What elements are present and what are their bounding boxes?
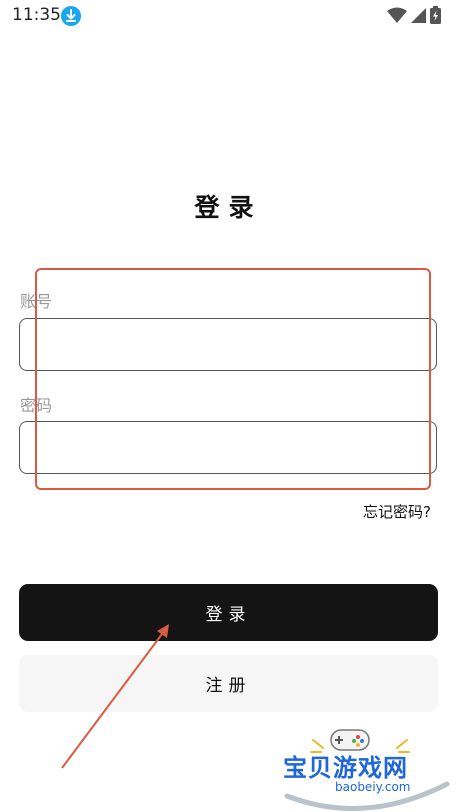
register-button[interactable]: 注册 [19,655,438,712]
wifi-icon [387,7,407,27]
register-button-label: 注册 [205,676,252,696]
password-input[interactable] [19,421,437,474]
login-button-label: 登录 [205,605,252,625]
login-button[interactable]: 登录 [19,584,438,641]
page-title: 登录 [194,193,263,222]
forgot-password-link[interactable]: 忘记密码? [363,501,431,522]
password-label: 密码 [20,396,53,415]
download-notification-icon [61,6,81,26]
battery-charging-icon [430,6,441,28]
cellular-signal-icon [411,7,426,27]
watermark-url: baobeiy.com [335,780,411,794]
account-input[interactable] [19,318,437,371]
status-icons [387,6,441,28]
status-bar: 11:35 [0,0,457,32]
watermark: 宝贝游戏网 baobeiy.com [275,722,457,812]
status-time: 11:35 [12,5,61,25]
account-label: 账号 [20,292,53,311]
watermark-brand: 宝贝游戏网 [283,754,408,782]
